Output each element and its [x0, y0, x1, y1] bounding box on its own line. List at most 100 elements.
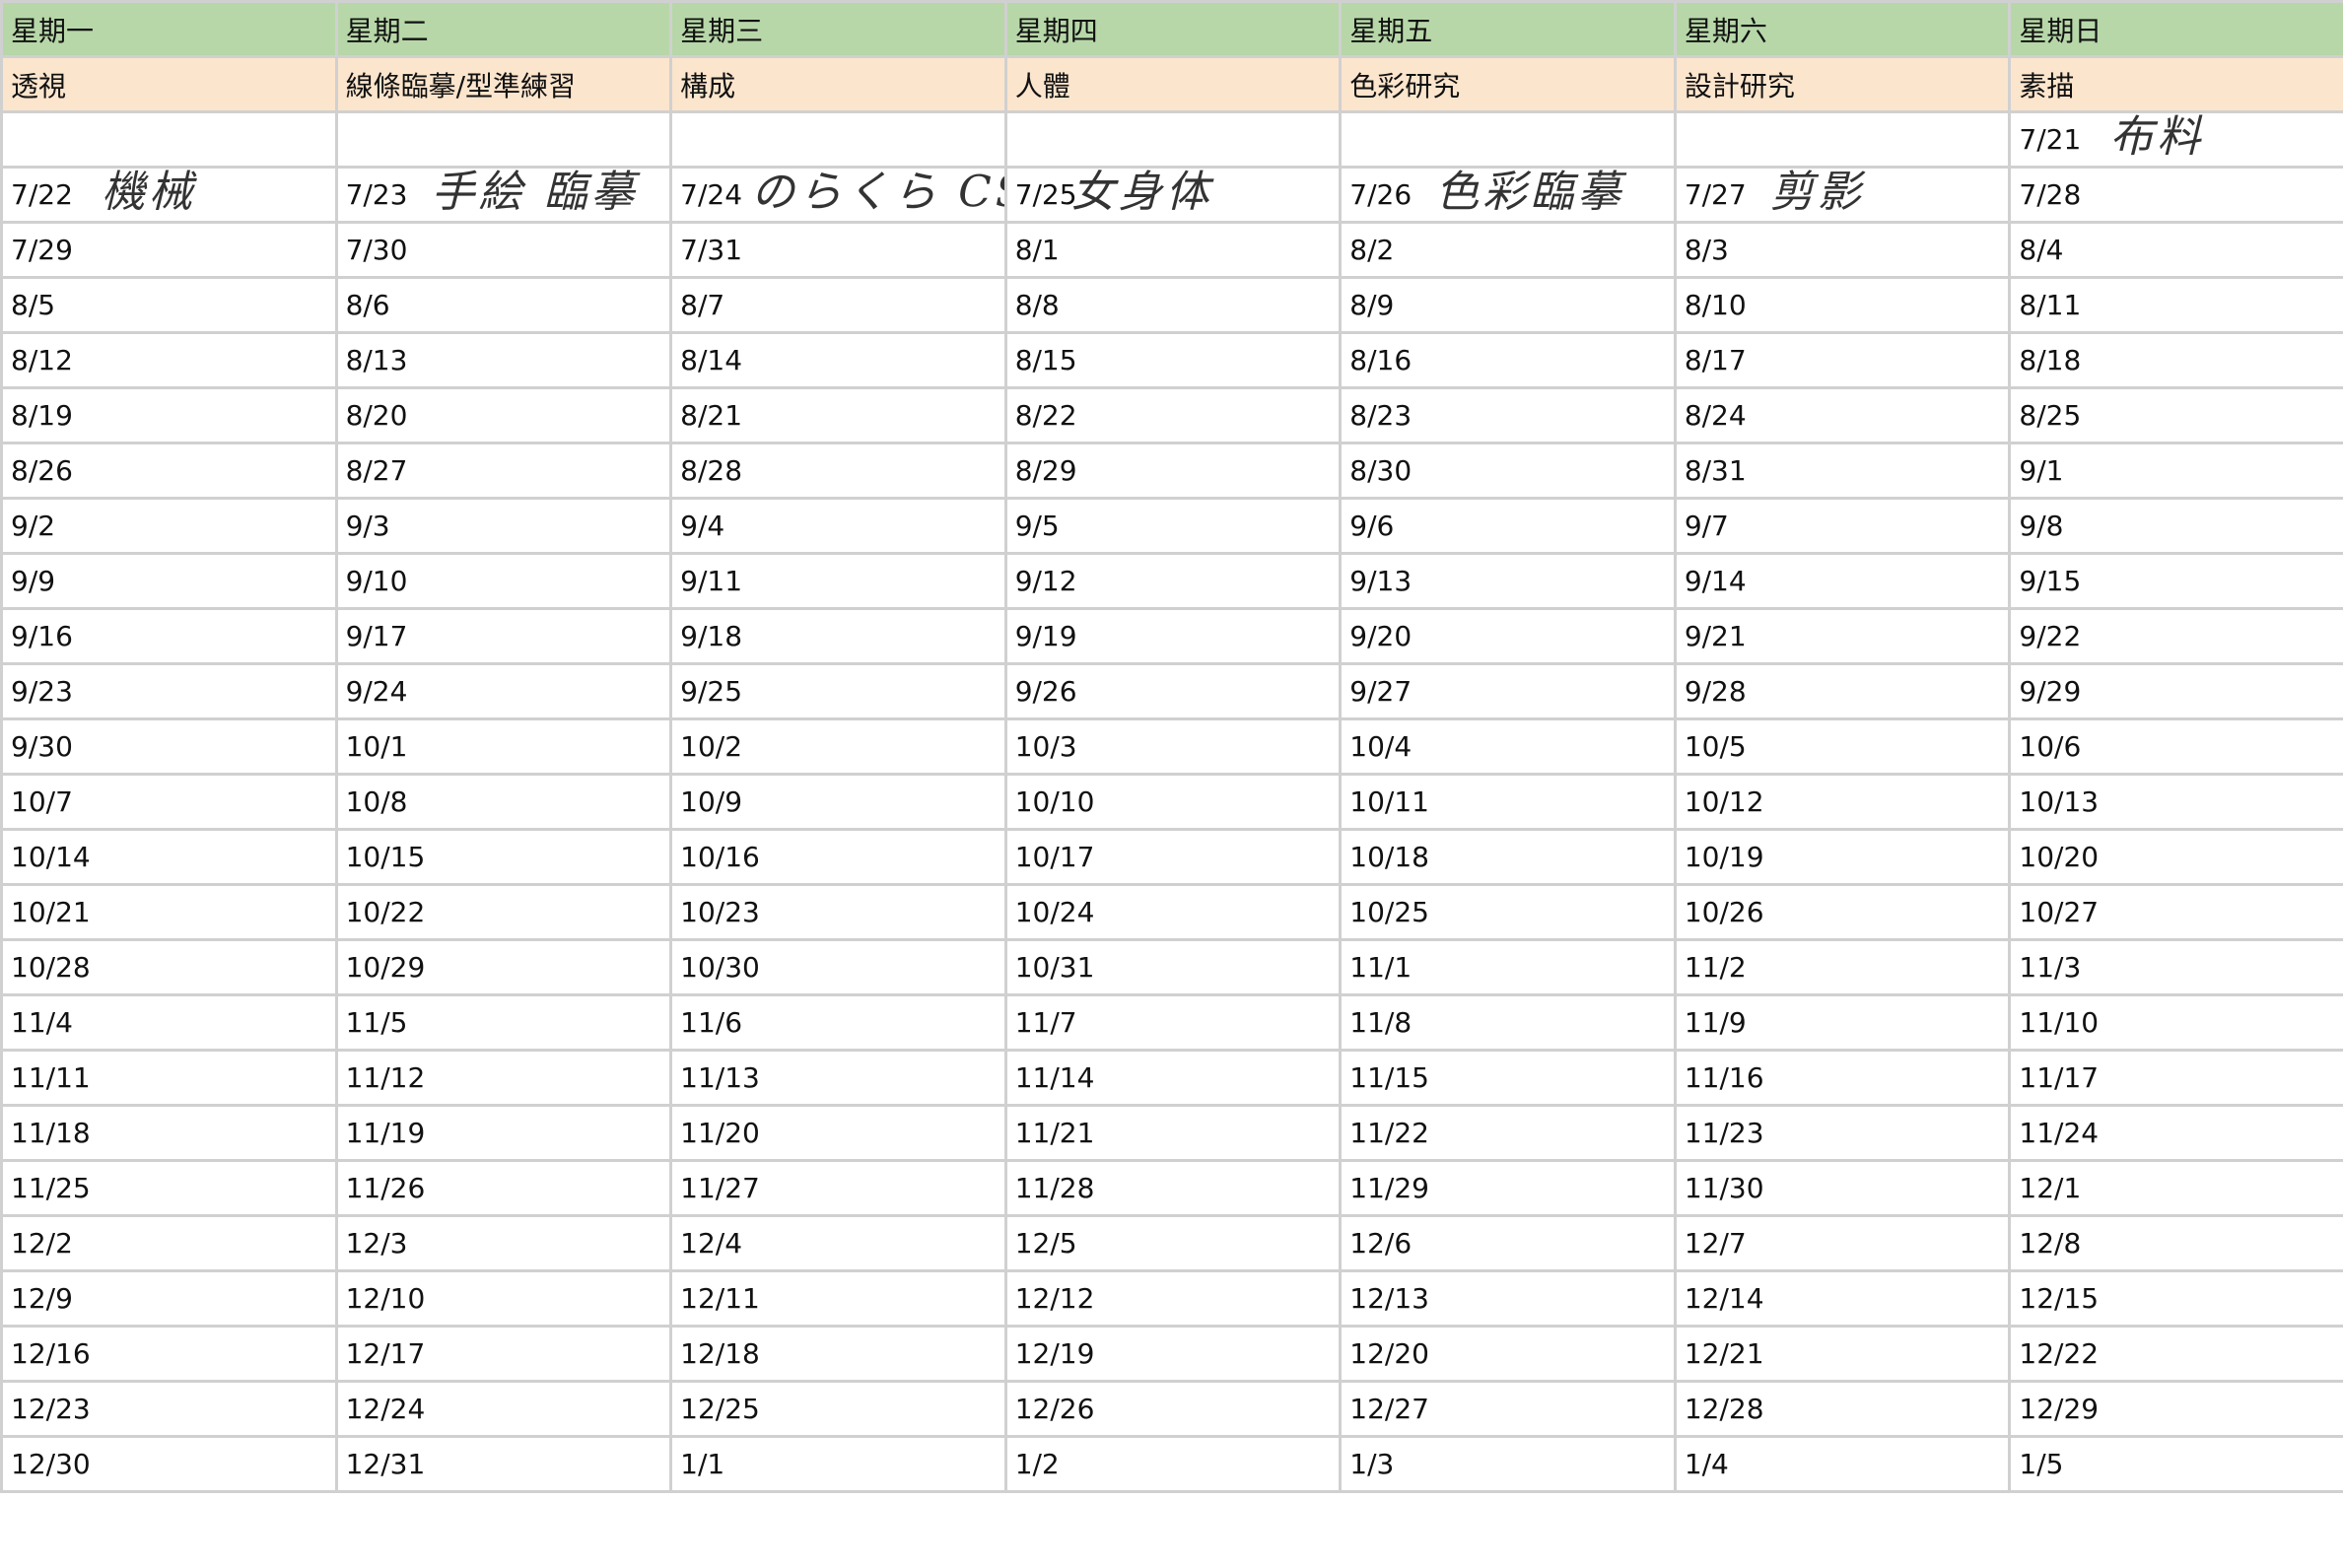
- date-cell[interactable]: 12/10: [334, 1269, 673, 1328]
- date-cell[interactable]: 10/11: [1339, 773, 1677, 831]
- date-cell[interactable]: 9/13: [1339, 552, 1677, 610]
- date-cell[interactable]: 8/12: [0, 331, 338, 389]
- date-cell[interactable]: [1673, 110, 2012, 169]
- date-cell[interactable]: 11/28: [1003, 1159, 1343, 1217]
- date-cell[interactable]: 11/20: [669, 1104, 1007, 1162]
- date-cell[interactable]: 1/4: [1673, 1435, 2012, 1493]
- date-cell[interactable]: 9/28: [1673, 662, 2012, 720]
- date-cell[interactable]: 9/3: [334, 497, 673, 555]
- date-cell[interactable]: [334, 110, 673, 169]
- date-cell[interactable]: 10/23: [669, 883, 1007, 941]
- date-cell[interactable]: 8/21: [669, 386, 1007, 444]
- date-cell[interactable]: 1/1: [669, 1435, 1007, 1493]
- date-cell[interactable]: 10/5: [1673, 717, 2012, 776]
- date-cell[interactable]: 11/25: [0, 1159, 338, 1217]
- date-cell[interactable]: 8/29: [1003, 442, 1343, 500]
- date-cell[interactable]: 11/6: [669, 993, 1007, 1052]
- date-cell[interactable]: 8/16: [1339, 331, 1677, 389]
- date-cell[interactable]: 8/25: [2008, 386, 2343, 444]
- date-cell[interactable]: 11/24: [2008, 1104, 2343, 1162]
- date-cell[interactable]: 9/27: [1339, 662, 1677, 720]
- date-cell[interactable]: 8/1: [1003, 221, 1343, 279]
- date-cell[interactable]: 9/12: [1003, 552, 1343, 610]
- date-cell[interactable]: 12/17: [334, 1325, 673, 1383]
- date-cell[interactable]: 12/20: [1339, 1325, 1677, 1383]
- date-cell[interactable]: 7/29: [0, 221, 338, 279]
- date-cell[interactable]: 10/9: [669, 773, 1007, 831]
- date-cell[interactable]: 11/19: [334, 1104, 673, 1162]
- date-cell[interactable]: 11/22: [1339, 1104, 1677, 1162]
- date-cell[interactable]: 8/30: [1339, 442, 1677, 500]
- subject-cell[interactable]: 透視: [0, 55, 338, 113]
- date-cell[interactable]: 12/1: [2008, 1159, 2343, 1217]
- date-cell[interactable]: 7/26 色彩臨摹: [1339, 166, 1677, 224]
- date-cell[interactable]: 10/6: [2008, 717, 2343, 776]
- date-cell[interactable]: 11/17: [2008, 1049, 2343, 1107]
- date-cell[interactable]: 9/26: [1003, 662, 1343, 720]
- date-cell[interactable]: 7/22 機械: [0, 166, 338, 224]
- date-cell[interactable]: 12/5: [1003, 1214, 1343, 1272]
- date-cell[interactable]: 9/5: [1003, 497, 1343, 555]
- date-cell[interactable]: 11/1: [1339, 938, 1677, 996]
- date-cell[interactable]: 8/31: [1673, 442, 2012, 500]
- date-cell[interactable]: 8/27: [334, 442, 673, 500]
- date-cell[interactable]: 12/3: [334, 1214, 673, 1272]
- date-cell[interactable]: 10/14: [0, 828, 338, 886]
- date-cell[interactable]: 8/6: [334, 276, 673, 334]
- subject-cell[interactable]: 色彩研究: [1339, 55, 1677, 113]
- subject-cell[interactable]: 素描: [2008, 55, 2343, 113]
- weekday-cell[interactable]: 星期一: [0, 0, 338, 58]
- subject-cell[interactable]: 人體: [1003, 55, 1343, 113]
- date-cell[interactable]: 9/20: [1339, 607, 1677, 665]
- date-cell[interactable]: 12/4: [669, 1214, 1007, 1272]
- date-cell[interactable]: 9/8: [2008, 497, 2343, 555]
- date-cell[interactable]: 12/13: [1339, 1269, 1677, 1328]
- date-cell[interactable]: 11/15: [1339, 1049, 1677, 1107]
- date-cell[interactable]: 9/23: [0, 662, 338, 720]
- date-cell[interactable]: 9/14: [1673, 552, 2012, 610]
- date-cell[interactable]: 12/19: [1003, 1325, 1343, 1383]
- date-cell[interactable]: 11/26: [334, 1159, 673, 1217]
- date-cell[interactable]: 12/24: [334, 1380, 673, 1438]
- date-cell[interactable]: 8/4: [2008, 221, 2343, 279]
- date-cell[interactable]: 8/3: [1673, 221, 2012, 279]
- date-cell[interactable]: 11/16: [1673, 1049, 2012, 1107]
- date-cell[interactable]: 10/8: [334, 773, 673, 831]
- date-cell[interactable]: 10/25: [1339, 883, 1677, 941]
- date-cell[interactable]: 8/2: [1339, 221, 1677, 279]
- date-cell[interactable]: 8/11: [2008, 276, 2343, 334]
- subject-cell[interactable]: 構成: [669, 55, 1007, 113]
- date-cell[interactable]: 10/20: [2008, 828, 2343, 886]
- date-cell[interactable]: 11/3: [2008, 938, 2343, 996]
- date-cell[interactable]: 10/30: [669, 938, 1007, 996]
- weekday-cell[interactable]: 星期五: [1339, 0, 1677, 58]
- weekday-cell[interactable]: 星期六: [1673, 0, 2012, 58]
- date-cell[interactable]: 7/24のらくら CSI: [669, 166, 1007, 224]
- date-cell[interactable]: 11/4: [0, 993, 338, 1052]
- date-cell[interactable]: 8/15: [1003, 331, 1343, 389]
- date-cell[interactable]: 12/14: [1673, 1269, 2012, 1328]
- date-cell[interactable]: 12/28: [1673, 1380, 2012, 1438]
- date-cell[interactable]: 8/24: [1673, 386, 2012, 444]
- date-cell[interactable]: 11/27: [669, 1159, 1007, 1217]
- date-cell[interactable]: 11/8: [1339, 993, 1677, 1052]
- date-cell[interactable]: 9/17: [334, 607, 673, 665]
- date-cell[interactable]: 10/7: [0, 773, 338, 831]
- date-cell[interactable]: 10/22: [334, 883, 673, 941]
- date-cell[interactable]: 1/2: [1003, 1435, 1343, 1493]
- date-cell[interactable]: 12/2: [0, 1214, 338, 1272]
- date-cell[interactable]: 12/12: [1003, 1269, 1343, 1328]
- date-cell[interactable]: 9/30: [0, 717, 338, 776]
- subject-cell[interactable]: 設計研究: [1673, 55, 2012, 113]
- date-cell[interactable]: 8/8: [1003, 276, 1343, 334]
- date-cell[interactable]: 12/15: [2008, 1269, 2343, 1328]
- date-cell[interactable]: 7/25 女身体: [1003, 166, 1343, 224]
- date-cell[interactable]: 11/11: [0, 1049, 338, 1107]
- date-cell[interactable]: 10/27: [2008, 883, 2343, 941]
- date-cell[interactable]: 9/19: [1003, 607, 1343, 665]
- date-cell[interactable]: 9/24: [334, 662, 673, 720]
- date-cell[interactable]: 12/11: [669, 1269, 1007, 1328]
- date-cell[interactable]: 10/17: [1003, 828, 1343, 886]
- date-cell[interactable]: 9/16: [0, 607, 338, 665]
- date-cell[interactable]: 1/3: [1339, 1435, 1677, 1493]
